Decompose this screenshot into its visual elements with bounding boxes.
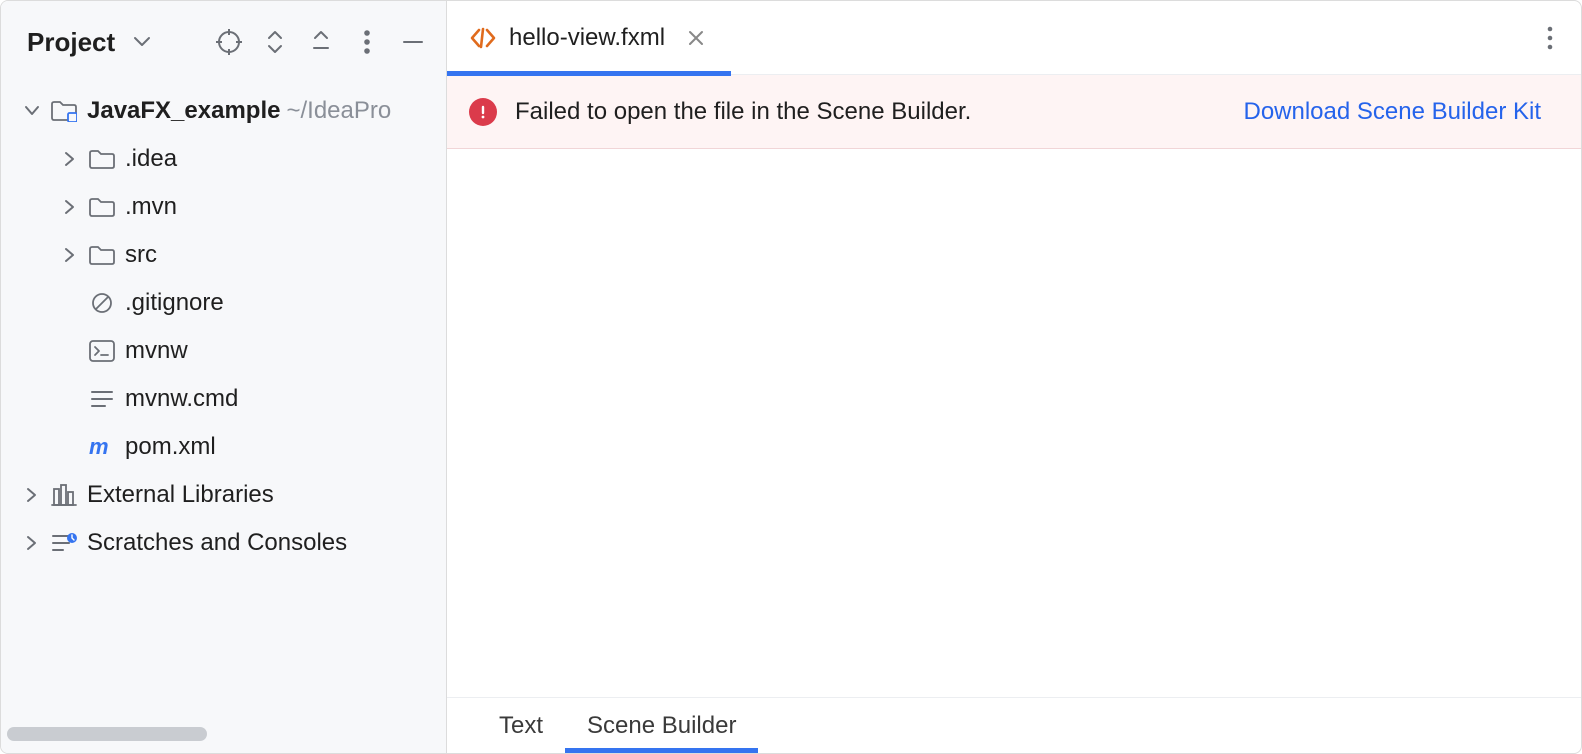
bottom-tab-scene-builder-label: Scene Builder xyxy=(587,712,736,740)
editor-more-options-icon[interactable] xyxy=(1533,21,1567,55)
expand-collapse-icon[interactable] xyxy=(256,23,294,61)
editor-pane: hello-view.fxml Failed to open the file … xyxy=(447,1,1581,753)
tree-row-mvnw[interactable]: mvnw xyxy=(1,327,446,375)
chevron-down-icon[interactable] xyxy=(19,98,45,124)
bottom-tab-scene-builder[interactable]: Scene Builder xyxy=(565,698,758,753)
fxml-file-icon xyxy=(469,27,497,49)
shell-icon xyxy=(87,336,117,366)
tree-row-scratches-and-consoles[interactable]: Scratches and Consoles xyxy=(1,519,446,567)
hide-icon[interactable] xyxy=(302,23,340,61)
bottom-tab-text[interactable]: Text xyxy=(477,698,565,753)
tree-row--mvn[interactable]: .mvn xyxy=(1,183,446,231)
more-options-icon[interactable] xyxy=(348,23,386,61)
tree-row--idea[interactable]: .idea xyxy=(1,135,446,183)
tree-label: Scratches and Consoles xyxy=(87,529,347,557)
download-scene-builder-link[interactable]: Download Scene Builder Kit xyxy=(1243,98,1541,126)
text-icon xyxy=(87,384,117,414)
tree-row-src[interactable]: src xyxy=(1,231,446,279)
tree-label: mvnw.cmd xyxy=(125,385,238,413)
folder-icon xyxy=(87,192,117,222)
error-banner: Failed to open the file in the Scene Bui… xyxy=(447,75,1581,149)
locate-target-icon[interactable] xyxy=(210,23,248,61)
chevron-right-icon[interactable] xyxy=(57,242,83,268)
project-sidebar: Project JavaFX_example~/IdeaPro .idea .mvn… xyxy=(1,1,447,753)
project-sidebar-title: Project xyxy=(27,27,115,58)
svg-text:m: m xyxy=(89,436,109,458)
scratch-icon xyxy=(49,528,79,558)
tree-label: JavaFX_example xyxy=(87,97,280,125)
tree-label: .idea xyxy=(125,145,177,173)
editor-tab-hello-view[interactable]: hello-view.fxml xyxy=(447,1,731,75)
folder-icon xyxy=(87,240,117,270)
tree-row-external-libraries[interactable]: External Libraries xyxy=(1,471,446,519)
editor-tab-label: hello-view.fxml xyxy=(509,24,665,52)
tree-secondary-label: ~/IdeaPro xyxy=(286,97,391,125)
bottom-tab-text-label: Text xyxy=(499,712,543,740)
chevron-right-icon[interactable] xyxy=(57,146,83,172)
editor-bottom-tabs: Text Scene Builder xyxy=(447,697,1581,753)
app-window: Project JavaFX_example~/IdeaPro .idea .mvn… xyxy=(0,0,1582,754)
minimize-icon[interactable] xyxy=(394,23,432,61)
editor-content xyxy=(447,149,1581,697)
tree-row--gitignore[interactable]: .gitignore xyxy=(1,279,446,327)
folder-icon xyxy=(87,144,117,174)
maven-icon: m xyxy=(87,432,117,462)
error-icon xyxy=(469,98,497,126)
close-tab-icon[interactable] xyxy=(683,25,709,51)
chevron-down-icon[interactable] xyxy=(123,23,161,61)
module-folder-icon xyxy=(49,96,79,126)
project-sidebar-header: Project xyxy=(1,1,446,83)
error-message: Failed to open the file in the Scene Bui… xyxy=(515,98,971,126)
tree-label: mvnw xyxy=(125,337,188,365)
chevron-right-icon[interactable] xyxy=(19,530,45,556)
tree-label: .mvn xyxy=(125,193,177,221)
project-tree[interactable]: JavaFX_example~/IdeaPro .idea .mvn src .giti… xyxy=(1,83,446,753)
tree-label: .gitignore xyxy=(125,289,224,317)
tree-label: pom.xml xyxy=(125,433,216,461)
horizontal-scrollbar[interactable] xyxy=(7,727,207,741)
tree-row-javafx-example[interactable]: JavaFX_example~/IdeaPro xyxy=(1,87,446,135)
ignore-icon xyxy=(87,288,117,318)
chevron-right-icon[interactable] xyxy=(57,194,83,220)
chevron-right-icon[interactable] xyxy=(19,482,45,508)
library-icon xyxy=(49,480,79,510)
editor-tab-bar: hello-view.fxml xyxy=(447,1,1581,75)
tree-label: External Libraries xyxy=(87,481,274,509)
tree-label: src xyxy=(125,241,157,269)
tree-row-mvnw-cmd[interactable]: mvnw.cmd xyxy=(1,375,446,423)
tree-row-pom-xml[interactable]: m pom.xml xyxy=(1,423,446,471)
